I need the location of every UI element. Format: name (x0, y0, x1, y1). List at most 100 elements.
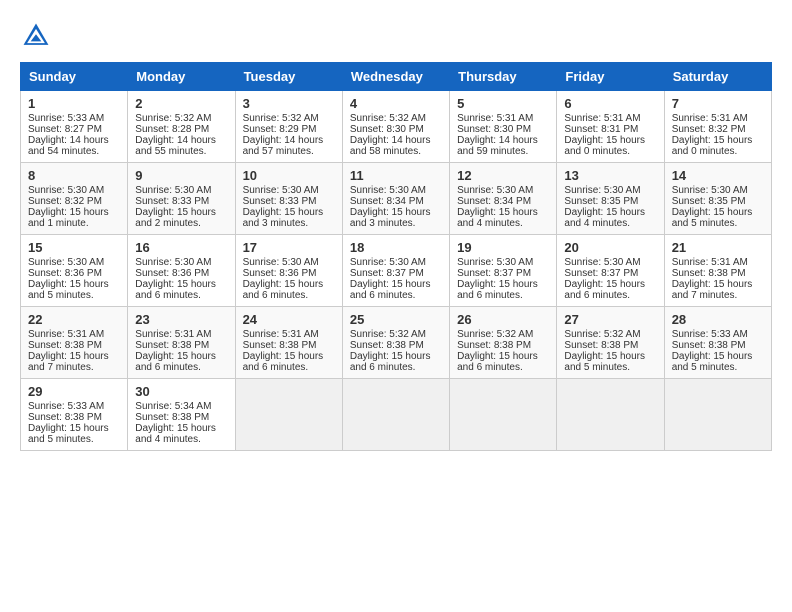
empty-cell (235, 379, 342, 451)
empty-cell (342, 379, 449, 451)
daylight-text: Daylight: 15 hours and 3 minutes. (243, 207, 324, 229)
daylight-text: Daylight: 15 hours and 4 minutes. (135, 423, 216, 445)
day-number: 25 (350, 312, 442, 327)
daylight-text: Daylight: 15 hours and 4 minutes. (564, 207, 645, 229)
day-number: 13 (564, 168, 656, 183)
day-number: 5 (457, 96, 549, 111)
sunset-text: Sunset: 8:38 PM (672, 268, 746, 279)
day-number: 16 (135, 240, 227, 255)
sunrise-text: Sunrise: 5:33 AM (672, 329, 748, 340)
day-number: 22 (28, 312, 120, 327)
daylight-text: Daylight: 14 hours and 57 minutes. (243, 135, 324, 157)
sunset-text: Sunset: 8:38 PM (564, 340, 638, 351)
calendar-day-cell: 30 Sunrise: 5:34 AM Sunset: 8:38 PM Dayl… (128, 379, 235, 451)
calendar-day-cell: 8 Sunrise: 5:30 AM Sunset: 8:32 PM Dayli… (21, 163, 128, 235)
sunset-text: Sunset: 8:32 PM (28, 196, 102, 207)
calendar-day-cell: 12 Sunrise: 5:30 AM Sunset: 8:34 PM Dayl… (450, 163, 557, 235)
calendar-day-cell: 2 Sunrise: 5:32 AM Sunset: 8:28 PM Dayli… (128, 91, 235, 163)
sunset-text: Sunset: 8:34 PM (350, 196, 424, 207)
sunrise-text: Sunrise: 5:30 AM (350, 257, 426, 268)
sunset-text: Sunset: 8:32 PM (672, 124, 746, 135)
sunrise-text: Sunrise: 5:30 AM (564, 257, 640, 268)
sunrise-text: Sunrise: 5:31 AM (135, 329, 211, 340)
sunrise-text: Sunrise: 5:30 AM (457, 257, 533, 268)
daylight-text: Daylight: 14 hours and 58 minutes. (350, 135, 431, 157)
sunset-text: Sunset: 8:38 PM (28, 412, 102, 423)
day-number: 7 (672, 96, 764, 111)
sunset-text: Sunset: 8:38 PM (135, 412, 209, 423)
day-header-friday: Friday (557, 63, 664, 91)
sunrise-text: Sunrise: 5:32 AM (135, 113, 211, 124)
daylight-text: Daylight: 15 hours and 1 minute. (28, 207, 109, 229)
sunrise-text: Sunrise: 5:31 AM (457, 113, 533, 124)
day-number: 8 (28, 168, 120, 183)
sunset-text: Sunset: 8:38 PM (28, 340, 102, 351)
sunset-text: Sunset: 8:36 PM (243, 268, 317, 279)
calendar-day-cell: 5 Sunrise: 5:31 AM Sunset: 8:30 PM Dayli… (450, 91, 557, 163)
logo (20, 20, 56, 52)
sunset-text: Sunset: 8:37 PM (350, 268, 424, 279)
sunset-text: Sunset: 8:38 PM (457, 340, 531, 351)
calendar-week-row: 8 Sunrise: 5:30 AM Sunset: 8:32 PM Dayli… (21, 163, 772, 235)
sunset-text: Sunset: 8:30 PM (350, 124, 424, 135)
calendar-day-cell: 7 Sunrise: 5:31 AM Sunset: 8:32 PM Dayli… (664, 91, 771, 163)
calendar-day-cell: 18 Sunrise: 5:30 AM Sunset: 8:37 PM Dayl… (342, 235, 449, 307)
sunrise-text: Sunrise: 5:30 AM (672, 185, 748, 196)
daylight-text: Daylight: 15 hours and 6 minutes. (135, 351, 216, 373)
daylight-text: Daylight: 15 hours and 6 minutes. (457, 279, 538, 301)
sunset-text: Sunset: 8:36 PM (28, 268, 102, 279)
day-number: 6 (564, 96, 656, 111)
page-header (20, 20, 772, 52)
sunset-text: Sunset: 8:38 PM (243, 340, 317, 351)
daylight-text: Daylight: 15 hours and 7 minutes. (28, 351, 109, 373)
calendar-week-row: 1 Sunrise: 5:33 AM Sunset: 8:27 PM Dayli… (21, 91, 772, 163)
sunrise-text: Sunrise: 5:31 AM (564, 113, 640, 124)
day-number: 18 (350, 240, 442, 255)
daylight-text: Daylight: 15 hours and 6 minutes. (457, 351, 538, 373)
day-header-thursday: Thursday (450, 63, 557, 91)
sunset-text: Sunset: 8:34 PM (457, 196, 531, 207)
sunset-text: Sunset: 8:37 PM (457, 268, 531, 279)
calendar-day-cell: 22 Sunrise: 5:31 AM Sunset: 8:38 PM Dayl… (21, 307, 128, 379)
day-number: 20 (564, 240, 656, 255)
calendar-day-cell: 19 Sunrise: 5:30 AM Sunset: 8:37 PM Dayl… (450, 235, 557, 307)
sunrise-text: Sunrise: 5:30 AM (135, 185, 211, 196)
day-number: 21 (672, 240, 764, 255)
daylight-text: Daylight: 15 hours and 2 minutes. (135, 207, 216, 229)
calendar-day-cell: 6 Sunrise: 5:31 AM Sunset: 8:31 PM Dayli… (557, 91, 664, 163)
calendar-day-cell: 1 Sunrise: 5:33 AM Sunset: 8:27 PM Dayli… (21, 91, 128, 163)
sunrise-text: Sunrise: 5:32 AM (243, 113, 319, 124)
calendar-day-cell: 27 Sunrise: 5:32 AM Sunset: 8:38 PM Dayl… (557, 307, 664, 379)
calendar-day-cell: 21 Sunrise: 5:31 AM Sunset: 8:38 PM Dayl… (664, 235, 771, 307)
day-header-saturday: Saturday (664, 63, 771, 91)
daylight-text: Daylight: 15 hours and 3 minutes. (350, 207, 431, 229)
day-number: 9 (135, 168, 227, 183)
sunrise-text: Sunrise: 5:30 AM (28, 257, 104, 268)
day-number: 19 (457, 240, 549, 255)
sunset-text: Sunset: 8:35 PM (564, 196, 638, 207)
calendar-week-row: 29 Sunrise: 5:33 AM Sunset: 8:38 PM Dayl… (21, 379, 772, 451)
calendar-day-cell: 14 Sunrise: 5:30 AM Sunset: 8:35 PM Dayl… (664, 163, 771, 235)
daylight-text: Daylight: 15 hours and 7 minutes. (672, 279, 753, 301)
daylight-text: Daylight: 15 hours and 6 minutes. (243, 351, 324, 373)
calendar-table: SundayMondayTuesdayWednesdayThursdayFrid… (20, 62, 772, 451)
day-number: 28 (672, 312, 764, 327)
calendar-day-cell: 17 Sunrise: 5:30 AM Sunset: 8:36 PM Dayl… (235, 235, 342, 307)
calendar-day-cell: 26 Sunrise: 5:32 AM Sunset: 8:38 PM Dayl… (450, 307, 557, 379)
calendar-day-cell: 4 Sunrise: 5:32 AM Sunset: 8:30 PM Dayli… (342, 91, 449, 163)
sunrise-text: Sunrise: 5:31 AM (28, 329, 104, 340)
sunrise-text: Sunrise: 5:30 AM (564, 185, 640, 196)
day-number: 29 (28, 384, 120, 399)
empty-cell (450, 379, 557, 451)
day-number: 27 (564, 312, 656, 327)
sunset-text: Sunset: 8:37 PM (564, 268, 638, 279)
day-number: 1 (28, 96, 120, 111)
daylight-text: Daylight: 15 hours and 6 minutes. (350, 279, 431, 301)
day-number: 23 (135, 312, 227, 327)
sunrise-text: Sunrise: 5:30 AM (350, 185, 426, 196)
day-number: 3 (243, 96, 335, 111)
day-number: 12 (457, 168, 549, 183)
daylight-text: Daylight: 15 hours and 6 minutes. (135, 279, 216, 301)
calendar-day-cell: 15 Sunrise: 5:30 AM Sunset: 8:36 PM Dayl… (21, 235, 128, 307)
daylight-text: Daylight: 14 hours and 54 minutes. (28, 135, 109, 157)
